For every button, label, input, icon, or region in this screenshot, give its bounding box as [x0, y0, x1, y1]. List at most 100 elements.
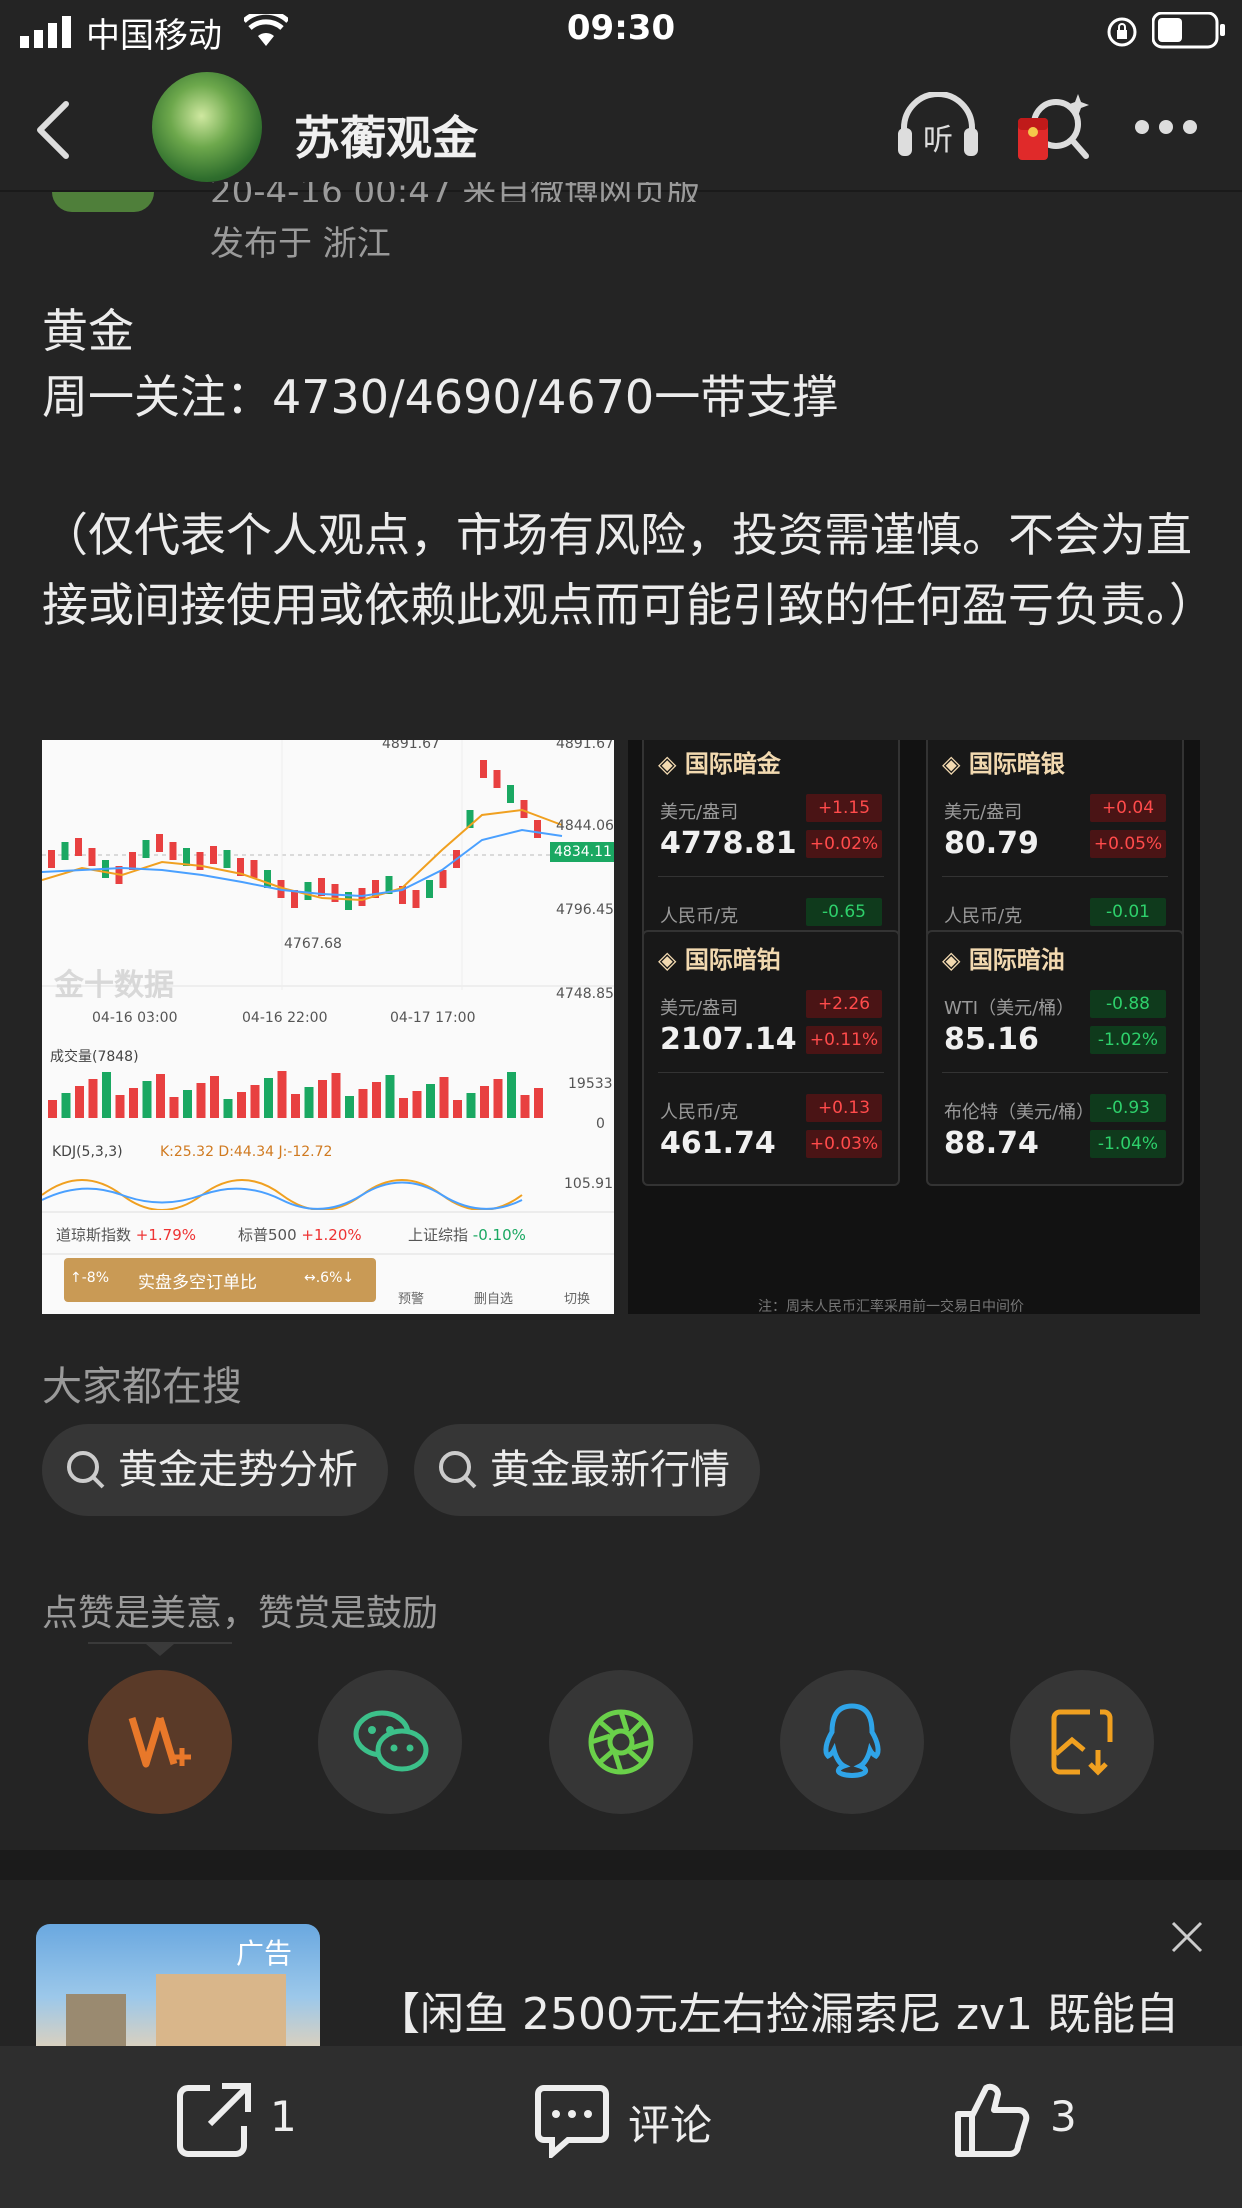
volume-bar [331, 1073, 341, 1118]
rotation-lock-icon [1107, 17, 1137, 47]
price-label-low: 4767.68 [284, 936, 342, 952]
listen-icon[interactable]: 听 [896, 92, 980, 162]
axis-price-2: 4844.06 [556, 818, 614, 834]
volume-bar [520, 1095, 530, 1118]
candle [250, 860, 258, 878]
unit-2: 人民币/克 [660, 906, 739, 927]
pct-1: +0.05% [1090, 830, 1166, 858]
volume-bar [142, 1081, 152, 1118]
volume-bar [277, 1071, 287, 1118]
candle [169, 842, 177, 860]
ad-thumbnail[interactable]: 广告 [36, 1924, 320, 2046]
metals-note: 注：周末人民币汇率采用前一交易日中间价 [758, 1299, 1024, 1314]
metal-card: ◈ 国际暗油 WTI（美元/桶） 85.16 -0.88 -1.02% 布伦特（美元/桶）… [926, 930, 1184, 1186]
candle [507, 785, 514, 803]
unit-2: 人民币/克 [944, 906, 1023, 927]
volume-bar [61, 1093, 71, 1118]
pct-1: +0.11% [806, 1026, 882, 1054]
volume-bar [223, 1099, 233, 1118]
volume-bar [372, 1082, 381, 1118]
tool-alert: 预警 [398, 1292, 425, 1307]
save-image-icon [1051, 1709, 1113, 1776]
metal-name: ◈ 国际暗金 [658, 750, 781, 778]
card-divider [942, 876, 1168, 877]
share-wechat-button[interactable] [318, 1670, 462, 1814]
kdj-axis: 105.91 [564, 1176, 613, 1192]
volume-bar [250, 1085, 260, 1118]
status-bar: 中国移动 09:30 [0, 0, 1242, 62]
account-name[interactable]: 苏蘅观金 [294, 102, 478, 168]
back-arrow-icon[interactable] [34, 100, 74, 160]
volume-bar [534, 1088, 543, 1118]
diamond-icon: ◈ [658, 750, 685, 778]
kdj-values: K:25.32 D:44.34 J:-12.72 [160, 1144, 333, 1160]
save-image-button[interactable] [1010, 1670, 1154, 1814]
volume-bar [210, 1076, 219, 1118]
search-chip-2[interactable]: 黄金最新行情 [414, 1424, 760, 1516]
volume-axis-zero: 0 [596, 1116, 605, 1132]
kdj-label: KDJ(5,3,3) [52, 1144, 123, 1160]
price-2: 461.74 [660, 1126, 776, 1161]
share-qq-button[interactable] [780, 1670, 924, 1814]
change-1: +1.15 [806, 794, 882, 822]
post-disclaimer: （仅代表个人观点，市场有风险，投资需谨慎。不会为直接或间接使用或依赖此观点而可能… [42, 508, 1215, 632]
volume-bar [264, 1078, 273, 1118]
share-icon [177, 2083, 251, 2157]
change-2: +0.13 [806, 1094, 882, 1122]
price-1: 2107.14 [660, 1022, 797, 1057]
volume-bar [88, 1079, 98, 1118]
more-options-icon[interactable] [1134, 118, 1198, 136]
change-2: -0.93 [1090, 1094, 1166, 1122]
metal-card: ◈ 国际暗铂 美元/盎司 2107.14 +2.26 +0.11% 人民币/克 461.74… [642, 930, 900, 1186]
repost-button[interactable]: 1 [174, 2076, 324, 2166]
volume-bar [507, 1072, 516, 1118]
post-image-metals[interactable]: ◈ 国际暗金美元/盎司4778.81+1.15+0.02%人民币/克1047.1… [628, 740, 1200, 1314]
card-divider [658, 876, 884, 877]
volume-bar [102, 1072, 111, 1118]
volume-bar [196, 1083, 206, 1118]
red-packet-search-icon[interactable] [1016, 88, 1092, 166]
share-moments-button[interactable] [549, 1670, 693, 1814]
comment-button[interactable]: 评论 [534, 2076, 744, 2166]
qq-icon [823, 1703, 881, 1778]
candle [223, 850, 231, 868]
change-1: +0.04 [1090, 794, 1166, 822]
ad-title[interactable]: 【闲鱼 2500元左右捡漏索尼 zv1 既能自 [376, 1978, 1179, 2042]
price-1: 4778.81 [660, 826, 797, 861]
like-button[interactable]: 3 [952, 2076, 1102, 2166]
ticker-dow: 道琼斯指数 +1.79% [56, 1226, 197, 1244]
search-icon [439, 1451, 477, 1489]
ticker-sse: 上证综指 -0.10% [408, 1226, 526, 1244]
diamond-icon: ◈ [942, 946, 969, 974]
promo-text: 实盘多空订单比 [138, 1273, 257, 1293]
svg-text:听: 听 [923, 123, 953, 158]
vip-plus-icon [128, 1716, 191, 1768]
close-icon[interactable] [1170, 1920, 1204, 1954]
unit-1: 美元/盎司 [660, 802, 739, 823]
tool-remove: 删自选 [474, 1292, 514, 1307]
volume-bar [439, 1077, 449, 1118]
volume-bar [318, 1080, 327, 1118]
search-icon [67, 1451, 105, 1489]
volume-bar [156, 1074, 165, 1118]
candle [75, 838, 82, 856]
volume-bars [48, 1071, 543, 1118]
volume-label: 成交量(7848) [50, 1049, 139, 1065]
author-avatar-partial [52, 192, 154, 212]
vip-reward-button[interactable] [88, 1670, 232, 1814]
account-avatar[interactable] [152, 72, 262, 182]
candle [534, 820, 541, 838]
candle [412, 890, 420, 908]
reward-heading: 点赞是美意，赞赏是鼓励 [42, 1593, 439, 1634]
volume-bar [75, 1086, 84, 1118]
volume-bar [129, 1088, 138, 1118]
unit-1: 美元/盎司 [944, 802, 1023, 823]
volume-bar [480, 1086, 489, 1118]
post-image-chart[interactable]: 金十数据 4891.67 4891.67 4844.06 4834.11 479… [42, 740, 614, 1314]
candle [264, 870, 271, 888]
volume-bar [426, 1084, 435, 1118]
volume-bar [304, 1087, 314, 1118]
section-divider [0, 1850, 1242, 1880]
search-chip-1[interactable]: 黄金走势分析 [42, 1424, 388, 1516]
metal-name: ◈ 国际暗铂 [658, 946, 781, 974]
